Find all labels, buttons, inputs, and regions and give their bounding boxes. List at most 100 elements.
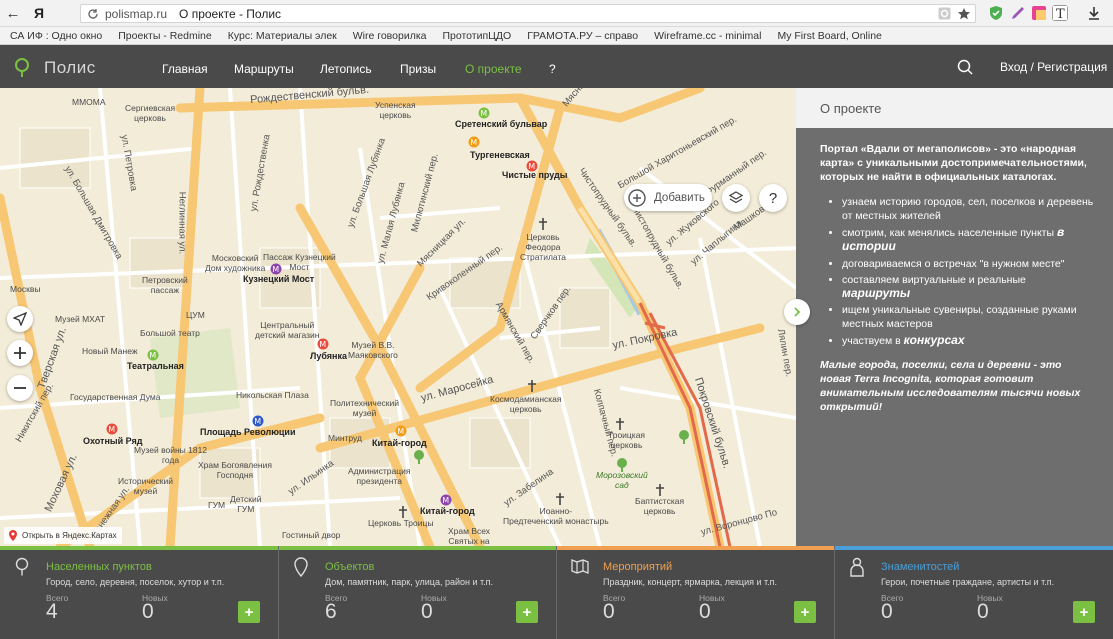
svg-text:T: T [1056, 7, 1065, 21]
map-label: Московский Дом художника [205, 253, 266, 273]
pen-extension-icon[interactable] [1010, 5, 1026, 21]
map-label: Площадь Революции [200, 427, 296, 437]
add-celebrity-button[interactable]: + [1073, 601, 1095, 623]
nav-prizes[interactable]: Призы [400, 62, 436, 76]
nav-chronicle[interactable]: Летопись [320, 62, 372, 76]
bookmark-star-icon[interactable] [957, 7, 971, 21]
card-accent-bar [279, 546, 556, 550]
site-header: Полис Главная Маршруты Летопись Призы О … [0, 45, 1113, 88]
site-settings-icon[interactable] [938, 7, 951, 20]
location-arrow-icon [13, 312, 27, 326]
nav-home[interactable]: Главная [162, 62, 208, 76]
metro-marker-icon[interactable]: M [147, 349, 159, 361]
new-value: 0 [142, 600, 154, 623]
map-label: Государственная Дума [70, 392, 161, 402]
bookmark-item[interactable]: Курс: Материалы элек [228, 30, 337, 42]
refresh-icon[interactable] [87, 8, 99, 20]
layers-button[interactable] [722, 184, 750, 212]
metro-marker-icon[interactable]: M [526, 160, 538, 172]
metro-marker-icon[interactable]: M [395, 425, 407, 437]
church-icon[interactable] [655, 484, 665, 496]
map-label: Администрация президента [348, 466, 411, 486]
minus-icon [14, 387, 26, 389]
nav-about[interactable]: О проекте [465, 62, 522, 76]
church-icon[interactable] [538, 218, 548, 230]
color-extension-icon[interactable] [1031, 5, 1047, 21]
map-label: Храм Всех Святых на [448, 526, 491, 546]
park-tree-icon[interactable] [616, 458, 628, 472]
map-label: Музей МХАТ [55, 314, 106, 324]
church-icon[interactable] [527, 380, 537, 392]
map-label: Китай-город [420, 506, 475, 516]
metro-marker-icon[interactable]: M [317, 338, 329, 350]
login-link[interactable]: Вход / Регистрация [1000, 60, 1107, 74]
map-label: ЦУМ [186, 310, 205, 320]
nav-routes[interactable]: Маршруты [234, 62, 294, 76]
yandex-maps-link[interactable]: Открыть в Яндекс.Картах [4, 527, 122, 544]
church-icon[interactable] [615, 418, 625, 430]
map-label: Гостиный двор [282, 530, 341, 540]
bookmark-item[interactable]: Wire говорилка [353, 30, 427, 42]
bookmark-item[interactable]: Проекты - Redmine [118, 30, 212, 42]
map-view[interactable]: ММОМА Сергиевская церковь Рождественский… [0, 88, 796, 547]
address-bar[interactable]: polismap.ru О проекте - Полис [80, 4, 976, 23]
search-icon[interactable] [957, 59, 973, 75]
bookmark-item[interactable]: ГРАМОТА.РУ – справо [527, 30, 638, 42]
text-extension-icon[interactable]: T [1052, 5, 1068, 21]
list-item: ищем уникальные сувениры, созданные рука… [842, 304, 1095, 331]
yandex-browser-icon[interactable]: Я [26, 0, 52, 27]
bookmark-item[interactable]: СА ИФ : Одно окно [10, 30, 102, 42]
add-object-button[interactable]: + [516, 601, 538, 623]
logo-pin-icon[interactable] [12, 57, 32, 79]
add-settlement-button[interactable]: + [238, 601, 260, 623]
list-item: узнаем историю городов, сел, поселков и … [842, 196, 1095, 223]
map-label: Большой театр [140, 328, 200, 338]
metro-marker-icon[interactable]: M [440, 494, 452, 506]
church-icon[interactable] [398, 506, 408, 518]
card-title[interactable]: Населенных пунктов [46, 561, 152, 573]
list-item: смотрим, как менялись населенные пункты … [842, 226, 1095, 254]
geolocation-button[interactable] [7, 306, 33, 332]
svg-text:M: M [254, 417, 261, 426]
about-panel-title: О проекте [796, 88, 1113, 128]
site-logo[interactable]: Полис [44, 58, 96, 78]
help-button[interactable]: ? [759, 184, 787, 212]
zoom-out-button[interactable] [7, 375, 33, 401]
back-arrow-icon[interactable]: ← [0, 0, 26, 27]
park-tree-icon[interactable] [413, 450, 425, 464]
metro-marker-icon[interactable]: M [252, 415, 264, 427]
church-icon[interactable] [555, 493, 565, 505]
panel-toggle-button[interactable] [784, 299, 810, 325]
metro-marker-icon[interactable]: M [478, 107, 490, 119]
add-event-button[interactable]: + [794, 601, 816, 623]
about-panel: О проекте Портал «Вдали от мегаполисов» … [796, 88, 1113, 547]
add-place-label: Добавить [654, 191, 705, 204]
metro-marker-icon[interactable]: M [106, 423, 118, 435]
card-title[interactable]: Мероприятий [603, 561, 672, 573]
map-label: Театральная [127, 361, 184, 371]
card-title[interactable]: Знаменитостей [881, 561, 959, 573]
map-label: Музей В.В. Маяковского [348, 340, 398, 360]
nav-help[interactable]: ? [549, 62, 556, 76]
map-label: Петровский пассаж [142, 275, 188, 295]
bookmark-item[interactable]: My First Board, Online [777, 30, 881, 42]
zoom-in-button[interactable] [7, 340, 33, 366]
add-place-button[interactable]: Добавить [624, 184, 712, 211]
bookmark-item[interactable]: Wireframe.cc - minimal [654, 30, 761, 42]
list-item: участвуем в конкурсах [842, 334, 1095, 348]
stat-card-celebrities: Знаменитостей Герои, почетные граждане, … [835, 546, 1113, 639]
metro-marker-icon[interactable]: M [270, 263, 282, 275]
svg-text:M: M [149, 351, 156, 360]
new-value: 0 [699, 600, 711, 623]
map-label: Китай-город [372, 438, 427, 448]
svg-text:M: M [397, 427, 404, 436]
card-title[interactable]: Объектов [325, 561, 374, 573]
map-label: Никольская Плаза [236, 390, 309, 400]
map-label: Космодамианская церковь [490, 394, 562, 414]
download-icon[interactable] [1086, 5, 1102, 21]
map-label: Морозовский сад [596, 470, 648, 490]
bookmark-item[interactable]: ПрототипЦДО [442, 30, 511, 42]
metro-marker-icon[interactable]: M [468, 136, 480, 148]
shield-extension-icon[interactable] [988, 5, 1004, 21]
park-tree-icon[interactable] [678, 430, 690, 444]
